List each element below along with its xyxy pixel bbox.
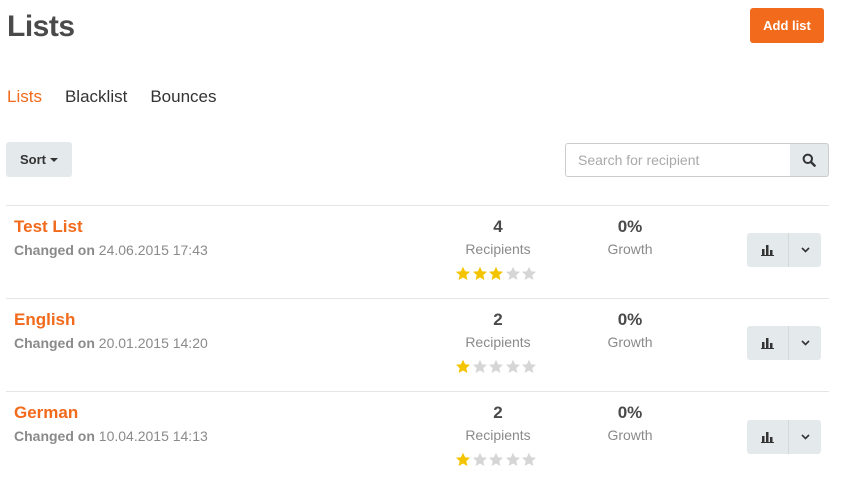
search-icon bbox=[802, 153, 816, 167]
star-icon bbox=[472, 359, 487, 373]
chevron-down-icon bbox=[800, 340, 810, 346]
growth-label: Growth bbox=[607, 334, 653, 350]
recipients-count: 4 bbox=[493, 217, 503, 236]
tab-bounces[interactable]: Bounces bbox=[150, 87, 216, 107]
list-name[interactable]: German bbox=[14, 403, 78, 423]
growth-label: Growth bbox=[607, 241, 653, 257]
growth-value: 0% bbox=[617, 403, 643, 422]
tab-bar: Lists Blacklist Bounces bbox=[7, 87, 240, 107]
sort-button[interactable]: Sort bbox=[6, 142, 72, 177]
row-options-dropdown[interactable] bbox=[788, 326, 821, 360]
row-actions bbox=[747, 420, 821, 454]
changed-date: 24.06.2015 17:43 bbox=[98, 242, 208, 258]
recipients-stat: 2 Recipients bbox=[448, 310, 548, 350]
star-rating bbox=[455, 266, 538, 282]
row-options-dropdown[interactable] bbox=[788, 233, 821, 267]
page-title: Lists bbox=[7, 10, 75, 43]
growth-value: 0% bbox=[617, 310, 643, 329]
growth-value: 0% bbox=[617, 217, 643, 236]
list-row: German Changed on 10.04.2015 14:13 2 Rec… bbox=[6, 391, 829, 482]
recipients-label: Recipients bbox=[465, 241, 531, 257]
growth-stat: 0% Growth bbox=[580, 403, 680, 443]
changed-label: Changed on bbox=[14, 335, 95, 351]
star-icon bbox=[489, 359, 503, 373]
statistics-button[interactable] bbox=[747, 420, 788, 454]
add-list-button[interactable]: Add list bbox=[750, 8, 824, 43]
recipients-label: Recipients bbox=[465, 427, 531, 443]
changed-label: Changed on bbox=[14, 428, 95, 444]
star-icon bbox=[489, 266, 503, 280]
growth-stat: 0% Growth bbox=[580, 217, 680, 257]
chevron-down-icon bbox=[800, 434, 810, 440]
star-icon bbox=[456, 266, 470, 280]
list-row: Test List Changed on 24.06.2015 17:43 4 … bbox=[6, 205, 829, 298]
row-actions bbox=[747, 326, 821, 360]
search-input[interactable] bbox=[565, 143, 791, 177]
bar-chart-icon bbox=[760, 245, 774, 256]
star-icon bbox=[505, 359, 520, 373]
row-actions bbox=[747, 233, 821, 267]
list-row: English Changed on 20.01.2015 14:20 2 Re… bbox=[6, 298, 829, 391]
recipients-stat: 4 Recipients bbox=[448, 217, 548, 257]
star-icon bbox=[522, 359, 536, 373]
recipients-stat: 2 Recipients bbox=[448, 403, 548, 443]
star-icon bbox=[456, 452, 470, 466]
star-icon bbox=[456, 359, 470, 373]
changed-info: Changed on 20.01.2015 14:20 bbox=[14, 335, 208, 351]
star-rating bbox=[455, 452, 538, 468]
growth-label: Growth bbox=[607, 427, 653, 443]
star-icon bbox=[522, 452, 536, 466]
star-icon bbox=[522, 266, 536, 280]
changed-date: 10.04.2015 14:13 bbox=[98, 428, 208, 444]
search-button[interactable] bbox=[790, 143, 829, 177]
row-options-dropdown[interactable] bbox=[788, 420, 821, 454]
bar-chart-icon bbox=[760, 338, 774, 349]
star-icon bbox=[472, 266, 487, 280]
sort-label: Sort bbox=[20, 152, 46, 167]
statistics-button[interactable] bbox=[747, 233, 788, 267]
star-icon bbox=[505, 452, 520, 466]
recipients-count: 2 bbox=[493, 310, 503, 329]
changed-info: Changed on 24.06.2015 17:43 bbox=[14, 242, 208, 258]
list-name[interactable]: English bbox=[14, 310, 75, 330]
caret-down-icon bbox=[50, 157, 58, 162]
growth-stat: 0% Growth bbox=[580, 310, 680, 350]
statistics-button[interactable] bbox=[747, 326, 788, 360]
star-icon bbox=[489, 452, 503, 466]
tab-lists[interactable]: Lists bbox=[7, 87, 42, 107]
recipients-label: Recipients bbox=[465, 334, 531, 350]
recipients-count: 2 bbox=[493, 403, 503, 422]
changed-date: 20.01.2015 14:20 bbox=[98, 335, 208, 351]
changed-info: Changed on 10.04.2015 14:13 bbox=[14, 428, 208, 444]
changed-label: Changed on bbox=[14, 242, 95, 258]
bar-chart-icon bbox=[760, 432, 774, 443]
star-icon bbox=[505, 266, 520, 280]
chevron-down-icon bbox=[800, 247, 810, 253]
list-name[interactable]: Test List bbox=[14, 217, 83, 237]
tab-blacklist[interactable]: Blacklist bbox=[65, 87, 127, 107]
star-icon bbox=[472, 452, 487, 466]
star-rating bbox=[455, 359, 538, 375]
